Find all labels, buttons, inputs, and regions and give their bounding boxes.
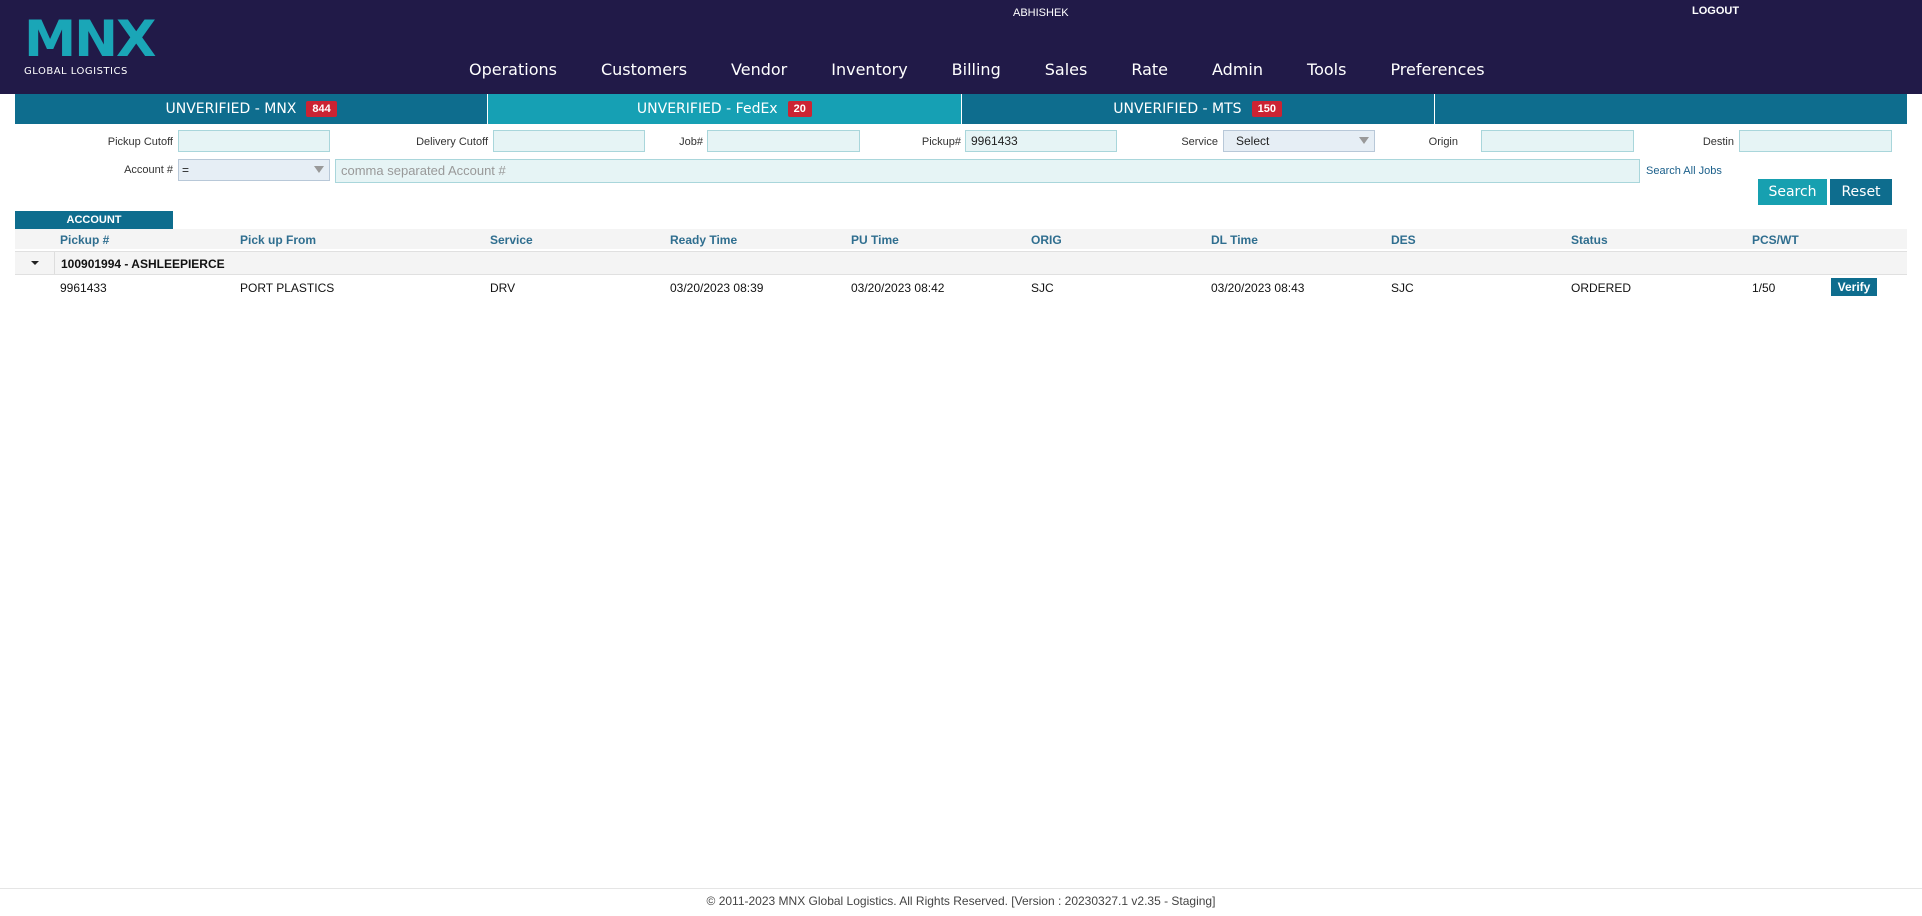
origin-input[interactable]	[1481, 130, 1634, 152]
col-service[interactable]: Service	[490, 233, 533, 247]
tab-label: UNVERIFIED - MNX	[165, 101, 297, 117]
service-selected-value: Select	[1236, 134, 1270, 148]
cell-pickup-from: PORT PLASTICS	[240, 281, 335, 295]
pickup-number-label: Pickup#	[921, 136, 961, 148]
cell-pcs-wt: 1/50	[1752, 281, 1776, 295]
col-orig[interactable]: ORIG	[1031, 233, 1062, 247]
nav-operations[interactable]: Operations	[469, 60, 557, 82]
tab-empty[interactable]	[1434, 94, 1907, 124]
cell-status: ORDERED	[1571, 281, 1632, 295]
account-operator-select[interactable]: =	[178, 159, 330, 181]
tab-unverified-fedex[interactable]: UNVERIFIED - FedEx 20	[488, 94, 962, 124]
table-row[interactable]: 9961433 PORT PLASTICS DRV 03/20/2023 08:…	[15, 276, 1907, 300]
col-ready-time[interactable]: Ready Time	[670, 233, 737, 247]
col-pickup-number[interactable]: Pickup #	[60, 233, 109, 247]
footer-divider	[0, 888, 1922, 889]
cell-pickup-number: 9961433	[60, 281, 107, 295]
main-nav: Operations Customers Vendor Inventory Bi…	[469, 60, 1529, 82]
logo-subtitle: GLOBAL LOGISTICS	[24, 66, 128, 77]
reset-button[interactable]: Reset	[1830, 179, 1892, 205]
col-pu-time[interactable]: PU Time	[851, 233, 899, 247]
cell-ready-time: 03/20/2023 08:39	[670, 281, 764, 295]
search-button[interactable]: Search	[1758, 179, 1827, 205]
col-status[interactable]: Status	[1571, 233, 1608, 247]
nav-tools[interactable]: Tools	[1307, 60, 1346, 82]
col-dl-time[interactable]: DL Time	[1211, 233, 1258, 247]
destin-input[interactable]	[1739, 130, 1892, 152]
footer-copyright: © 2011-2023 MNX Global Logistics. All Ri…	[706, 894, 1216, 908]
cell-pu-time: 03/20/2023 08:42	[851, 281, 945, 295]
pickup-number-input[interactable]: 9961433	[965, 130, 1117, 152]
logo-text: MNX	[24, 10, 156, 68]
nav-rate[interactable]: Rate	[1131, 60, 1168, 82]
chevron-down-icon	[314, 166, 324, 173]
destin-label: Destin	[1702, 136, 1734, 148]
unverified-tabs: UNVERIFIED - MNX 844 UNVERIFIED - FedEx …	[15, 94, 1907, 124]
nav-admin[interactable]: Admin	[1212, 60, 1263, 82]
caret-down-icon	[30, 261, 39, 265]
count-badge: 844	[306, 101, 337, 117]
verify-button[interactable]: Verify	[1831, 278, 1877, 296]
delivery-cutoff-label: Delivery Cutoff	[416, 136, 488, 148]
nav-preferences[interactable]: Preferences	[1390, 60, 1484, 82]
user-name: ABHISHEK	[1013, 7, 1069, 19]
cell-dl-time: 03/20/2023 08:43	[1211, 281, 1305, 295]
group-collapse-toggle[interactable]	[15, 252, 55, 274]
table-header: Pickup # Pick up From Service Ready Time…	[15, 229, 1907, 249]
col-pcs-wt[interactable]: PCS/WT	[1752, 233, 1799, 247]
job-input[interactable]	[707, 130, 860, 152]
cell-des: SJC	[1391, 281, 1414, 295]
group-account-label: 100901994 - ASHLEEPIERCE	[61, 257, 225, 271]
col-pickup-from[interactable]: Pick up From	[240, 233, 316, 247]
pickup-cutoff-label: Pickup Cutoff	[107, 136, 173, 148]
pickup-cutoff-input[interactable]	[178, 130, 330, 152]
nav-inventory[interactable]: Inventory	[831, 60, 907, 82]
delivery-cutoff-input[interactable]	[493, 130, 645, 152]
chevron-down-icon	[1359, 137, 1369, 144]
tab-unverified-mts[interactable]: UNVERIFIED - MTS 150	[961, 94, 1435, 124]
tab-unverified-mnx[interactable]: UNVERIFIED - MNX 844	[15, 94, 489, 124]
job-label: Job#	[679, 136, 703, 148]
cell-service: DRV	[490, 281, 516, 295]
account-group-row: 100901994 - ASHLEEPIERCE	[15, 251, 1907, 275]
account-group-tag[interactable]: ACCOUNT	[15, 211, 173, 229]
nav-billing[interactable]: Billing	[952, 60, 1001, 82]
nav-customers[interactable]: Customers	[601, 60, 687, 82]
service-select[interactable]: Select	[1223, 130, 1375, 152]
account-numbers-input[interactable]: comma separated Account #	[335, 159, 1640, 183]
origin-label: Origin	[1428, 136, 1458, 148]
app-header: MNX GLOBAL LOGISTICS ABHISHEK LOGOUT Ope…	[0, 0, 1922, 94]
service-label: Service	[1181, 136, 1218, 148]
col-des[interactable]: DES	[1391, 233, 1416, 247]
account-label: Account #	[124, 164, 173, 176]
count-badge: 20	[787, 101, 812, 117]
cell-orig: SJC	[1031, 281, 1054, 295]
tab-label: UNVERIFIED - FedEx	[636, 101, 778, 117]
search-all-jobs-link[interactable]: Search All Jobs	[1646, 165, 1722, 177]
account-operator-value: =	[182, 163, 190, 177]
nav-sales[interactable]: Sales	[1045, 60, 1088, 82]
tab-label: UNVERIFIED - MTS	[1113, 101, 1242, 117]
count-badge: 150	[1251, 101, 1282, 117]
logout-link[interactable]: LOGOUT	[1692, 5, 1739, 17]
nav-vendor[interactable]: Vendor	[731, 60, 787, 82]
mnx-logo[interactable]: MNX GLOBAL LOGISTICS	[24, 14, 164, 78]
